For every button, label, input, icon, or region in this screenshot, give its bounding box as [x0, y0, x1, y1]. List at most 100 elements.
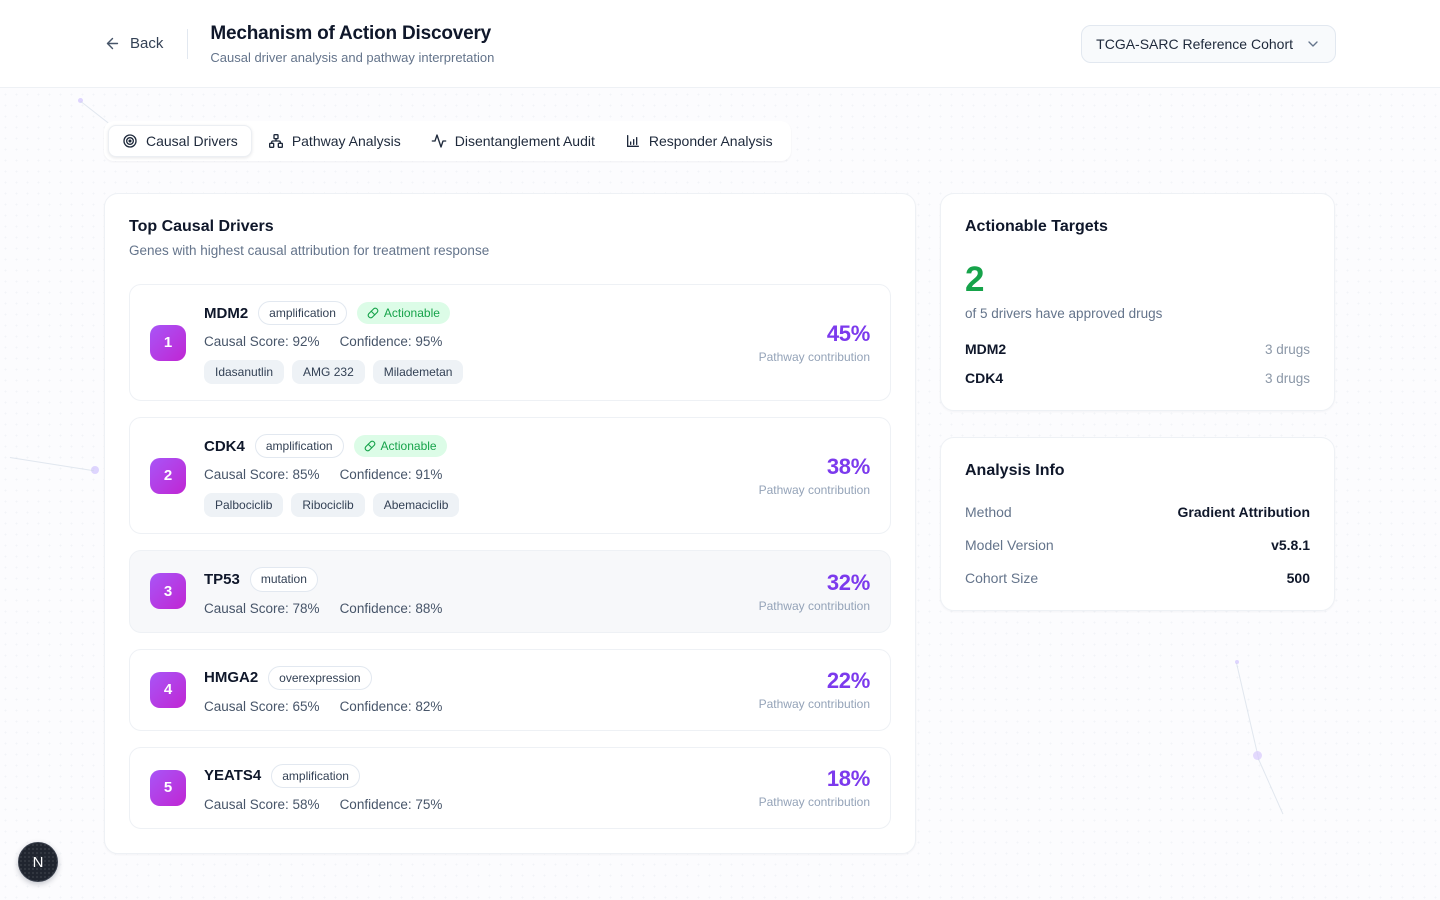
driver-card-yeats4[interactable]: 5 YEATS4 amplification Causal Score: 58%… — [129, 747, 891, 829]
actionable-label: Actionable — [384, 305, 440, 321]
analysis-info-panel: Analysis Info Method Gradient Attributio… — [940, 437, 1335, 611]
gene-name: TP53 — [204, 571, 240, 588]
causal-score: Causal Score: 65% — [204, 699, 320, 714]
waveform-icon — [431, 133, 447, 149]
pill-icon — [364, 440, 376, 452]
driver-card-cdk4[interactable]: 2 CDK4 amplification Actionable — [129, 417, 891, 534]
driver-card-tp53[interactable]: 3 TP53 mutation Causal Score: 78% Confid… — [129, 550, 891, 632]
rank-badge: 2 — [150, 458, 186, 494]
mechanism-of-action-page: Back Mechanism of Action Discovery Causa… — [0, 0, 1440, 900]
causal-score: Causal Score: 85% — [204, 467, 320, 482]
confidence: Confidence: 82% — [340, 699, 443, 714]
cohort-selector-value: TCGA-SARC Reference Cohort — [1096, 36, 1293, 52]
alteration-badge: mutation — [250, 567, 318, 591]
page-title: Mechanism of Action Discovery — [210, 23, 494, 45]
pathway-contribution-value: 22% — [759, 668, 870, 694]
drug-chip: AMG 232 — [292, 360, 365, 384]
panel-title: Actionable Targets — [965, 218, 1310, 236]
pathway-contribution-value: 18% — [759, 766, 870, 792]
confidence: Confidence: 91% — [340, 467, 443, 482]
actionable-label: Actionable — [381, 438, 437, 454]
tab-pathway-analysis[interactable]: Pathway Analysis — [254, 125, 415, 157]
driver-card-hmga2[interactable]: 4 HMGA2 overexpression Causal Score: 65%… — [129, 649, 891, 731]
tab-responder-analysis[interactable]: Responder Analysis — [611, 125, 787, 157]
drug-chip: Palbociclib — [204, 493, 283, 517]
pathway-contribution-value: 38% — [759, 454, 870, 480]
bar-chart-icon — [625, 133, 641, 149]
drug-chip: Milademetan — [373, 360, 464, 384]
cohort-selector[interactable]: TCGA-SARC Reference Cohort — [1081, 25, 1336, 63]
info-rows: Method Gradient Attribution Model Versio… — [965, 504, 1310, 586]
panel-title: Top Causal Drivers — [129, 218, 891, 236]
driver-card-mdm2[interactable]: 1 MDM2 amplification Actionable — [129, 284, 891, 401]
info-value: 500 — [1287, 570, 1310, 586]
info-row-method: Method Gradient Attribution — [965, 504, 1310, 520]
target-row-cdk4: CDK4 3 drugs — [965, 370, 1310, 386]
alteration-badge: amplification — [271, 764, 360, 788]
target-row-mdm2: MDM2 3 drugs — [965, 341, 1310, 357]
top-causal-drivers-panel: Top Causal Drivers Genes with highest ca… — [104, 193, 916, 854]
tab-label: Disentanglement Audit — [455, 133, 595, 149]
chevron-down-icon — [1305, 36, 1321, 52]
info-label: Model Version — [965, 537, 1054, 553]
info-value: Gradient Attribution — [1178, 504, 1310, 520]
actionable-targets-panel: Actionable Targets 2 of 5 drivers have a… — [940, 193, 1335, 411]
confidence: Confidence: 88% — [340, 601, 443, 616]
info-label: Cohort Size — [965, 570, 1038, 586]
info-row-cohort-size: Cohort Size 500 — [965, 570, 1310, 586]
alteration-badge: amplification — [255, 434, 344, 458]
rank-badge: 5 — [150, 770, 186, 806]
causal-score: Causal Score: 58% — [204, 797, 320, 812]
drug-chip: Abemaciclib — [373, 493, 460, 517]
panel-title: Analysis Info — [965, 462, 1310, 480]
pathway-contribution-label: Pathway contribution — [759, 350, 870, 364]
gene-name: YEATS4 — [204, 767, 261, 784]
tab-causal-drivers[interactable]: Causal Drivers — [108, 125, 252, 157]
pill-icon — [367, 307, 379, 319]
pathway-contribution-label: Pathway contribution — [759, 697, 870, 711]
info-label: Method — [965, 504, 1012, 520]
actionable-badge: Actionable — [357, 302, 450, 324]
back-button[interactable]: Back — [104, 35, 163, 52]
pathway-contribution-value: 45% — [759, 321, 870, 347]
drug-chip: Idasanutlin — [204, 360, 284, 384]
header: Back Mechanism of Action Discovery Causa… — [0, 0, 1440, 88]
alteration-badge: amplification — [258, 301, 347, 325]
hierarchy-icon — [268, 133, 284, 149]
rank-badge: 4 — [150, 672, 186, 708]
gene-name: MDM2 — [204, 305, 248, 322]
driver-list: 1 MDM2 amplification Actionable — [129, 284, 891, 829]
target-drug-count: 3 drugs — [1265, 342, 1310, 357]
back-label: Back — [130, 35, 163, 52]
target-gene: MDM2 — [965, 341, 1006, 357]
gene-name: HMGA2 — [204, 669, 258, 686]
rank-badge: 3 — [150, 573, 186, 609]
app-logo-button[interactable]: N — [18, 842, 58, 882]
tab-disentanglement-audit[interactable]: Disentanglement Audit — [417, 125, 609, 157]
target-icon — [122, 133, 138, 149]
causal-score: Causal Score: 92% — [204, 334, 320, 349]
logo-letter: N — [33, 854, 44, 871]
title-block: Mechanism of Action Discovery Causal dri… — [210, 23, 494, 65]
alteration-badge: overexpression — [268, 666, 371, 690]
tab-label: Causal Drivers — [146, 133, 238, 149]
drug-chip: Ribociclib — [291, 493, 364, 517]
pathway-contribution-label: Pathway contribution — [759, 795, 870, 809]
actionable-badge: Actionable — [354, 435, 447, 457]
panel-subtitle: Genes with highest causal attribution fo… — [129, 243, 891, 258]
actionable-description: of 5 drivers have approved drugs — [965, 306, 1310, 321]
page-subtitle: Causal driver analysis and pathway inter… — [210, 50, 494, 65]
confidence: Confidence: 95% — [340, 334, 443, 349]
pathway-contribution-label: Pathway contribution — [759, 599, 870, 613]
gene-name: CDK4 — [204, 438, 245, 455]
actionable-count: 2 — [965, 262, 1310, 297]
causal-score: Causal Score: 78% — [204, 601, 320, 616]
info-value: v5.8.1 — [1271, 537, 1310, 553]
target-rows: MDM2 3 drugs CDK4 3 drugs — [965, 341, 1310, 386]
header-divider — [187, 29, 188, 59]
confidence: Confidence: 75% — [340, 797, 443, 812]
rank-badge: 1 — [150, 325, 186, 361]
arrow-left-icon — [104, 35, 121, 52]
pathway-contribution-value: 32% — [759, 570, 870, 596]
tab-bar: Causal Drivers Pathway Analysis Disentan… — [104, 121, 791, 161]
